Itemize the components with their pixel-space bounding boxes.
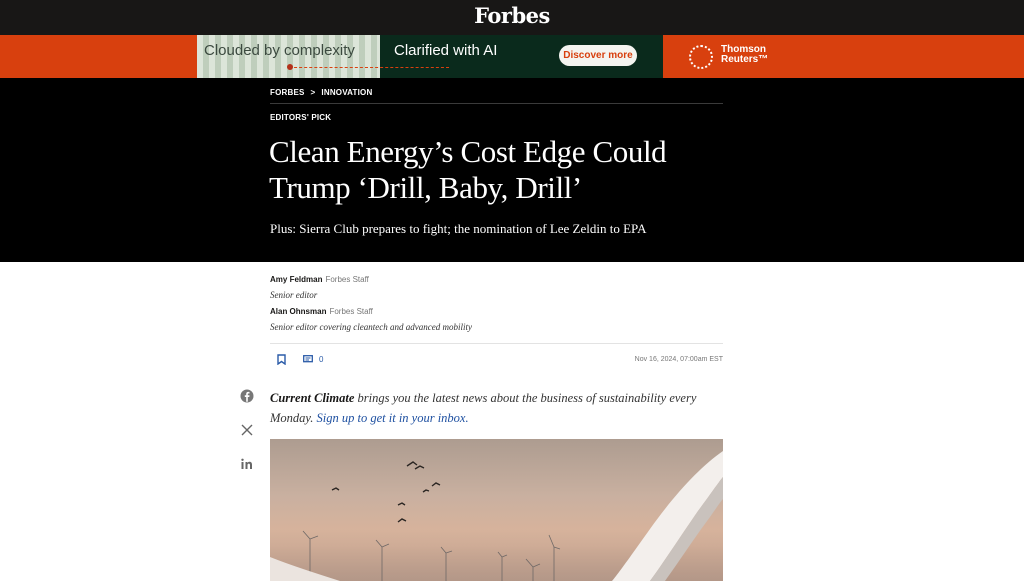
- author-byline: Amy Feldman Forbes Staff: [270, 275, 369, 284]
- article-hero: FORBES > INNOVATION EDITORS' PICK Clean En…: [0, 78, 1024, 262]
- author-byline: Alan Ohnsman Forbes Staff: [270, 307, 373, 316]
- ad-brand-line2: Reuters™: [721, 54, 769, 65]
- breadcrumb-innovation[interactable]: INNOVATION: [321, 88, 372, 97]
- linkedin-icon[interactable]: [240, 457, 254, 471]
- editors-pick-label: EDITORS' PICK: [270, 113, 332, 122]
- bookmark-icon[interactable]: [277, 354, 286, 365]
- author-name[interactable]: Amy Feldman: [270, 275, 322, 284]
- author-name[interactable]: Alan Ohnsman: [270, 307, 326, 316]
- ad-banner-strip: Clouded by complexity Clarified with AI …: [0, 35, 1024, 78]
- author-role: Senior editor covering cleantech and adv…: [270, 322, 472, 332]
- breadcrumb: FORBES > INNOVATION: [270, 88, 372, 97]
- thomson-reuters-icon: [689, 45, 713, 69]
- ad-brand-name: Thomson Reuters™: [721, 45, 768, 65]
- ad-left-panel: Clouded by complexity: [197, 35, 380, 78]
- ad-discover-button[interactable]: Discover more: [559, 45, 637, 66]
- ad-middle-text: Clarified with AI: [394, 42, 498, 59]
- breadcrumb-separator: >: [310, 88, 316, 97]
- ad-dot: [287, 64, 293, 70]
- ad-dotted-line: [289, 67, 449, 68]
- article-image: [270, 439, 723, 581]
- headline-line-2: Trump ‘Drill, Baby, Drill’: [269, 170, 582, 205]
- headline-line-1: Clean Energy’s Cost Edge Could: [269, 134, 667, 169]
- newsletter-intro: Current Climate brings you the latest ne…: [270, 388, 730, 428]
- comment-icon[interactable]: [303, 355, 313, 364]
- newsletter-name: Current Climate: [270, 391, 355, 405]
- author-affiliation: Forbes Staff: [325, 275, 369, 284]
- forbes-logo[interactable]: Forbes: [0, 3, 1024, 28]
- meta-divider: [270, 343, 723, 344]
- publish-date: Nov 16, 2024, 07:00am EST: [634, 356, 723, 363]
- newsletter-signup-link[interactable]: Sign up to get it in your inbox.: [317, 411, 469, 425]
- hero-divider: [270, 103, 723, 104]
- article-dek: Plus: Sierra Club prepares to fight; the…: [270, 221, 647, 236]
- article-headline: Clean Energy’s Cost Edge Could Trump ‘Dr…: [269, 134, 729, 206]
- top-nav-bar: Forbes: [0, 0, 1024, 35]
- breadcrumb-forbes[interactable]: FORBES: [270, 88, 305, 97]
- ad-banner[interactable]: Clouded by complexity Clarified with AI …: [197, 35, 795, 78]
- author-role: Senior editor: [270, 290, 318, 300]
- wind-turbine-photo: [270, 451, 723, 581]
- ad-left-text: Clouded by complexity: [204, 42, 355, 59]
- facebook-icon[interactable]: [240, 389, 254, 403]
- author-affiliation: Forbes Staff: [329, 307, 373, 316]
- comment-count[interactable]: 0: [319, 355, 323, 364]
- x-icon[interactable]: [240, 423, 254, 437]
